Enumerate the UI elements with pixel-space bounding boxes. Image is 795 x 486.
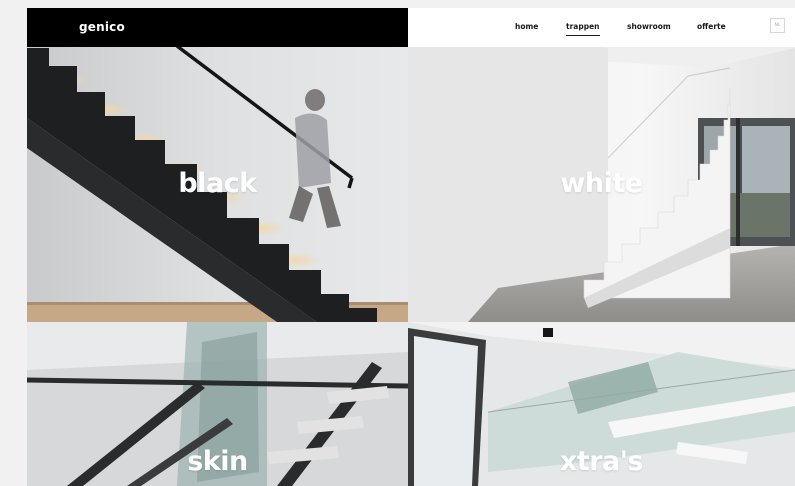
tile-white-stairs[interactable]: white (408, 8, 795, 322)
tile-label-white: white (560, 168, 643, 199)
tile-label-xtras: xtra's (559, 446, 644, 477)
black-staircase-photo (27, 8, 408, 322)
tile-label-black: black (178, 168, 257, 199)
tile-xtras[interactable]: xtra's (408, 322, 795, 486)
white-staircase-photo (408, 8, 795, 322)
nav-item-home[interactable]: home (515, 22, 538, 31)
tile-black-stairs[interactable]: black (27, 8, 408, 322)
website: black white skin xtra's genico home trap… (27, 8, 795, 486)
site-header: genico home trappen showroom offerte NL (27, 8, 795, 47)
nav-item-showroom[interactable]: showroom (627, 22, 671, 31)
tile-label-skin: skin (187, 446, 248, 477)
tile-skin-stairs[interactable]: skin (27, 322, 408, 486)
nav-item-trappen[interactable]: trappen (566, 22, 600, 36)
main-nav: home trappen showroom offerte NL (408, 8, 795, 47)
genico-logo[interactable]: genico (79, 20, 125, 34)
language-switch[interactable]: NL (770, 18, 785, 33)
nav-item-offerte[interactable]: offerte (697, 22, 726, 31)
brand-bar: genico (27, 8, 408, 47)
